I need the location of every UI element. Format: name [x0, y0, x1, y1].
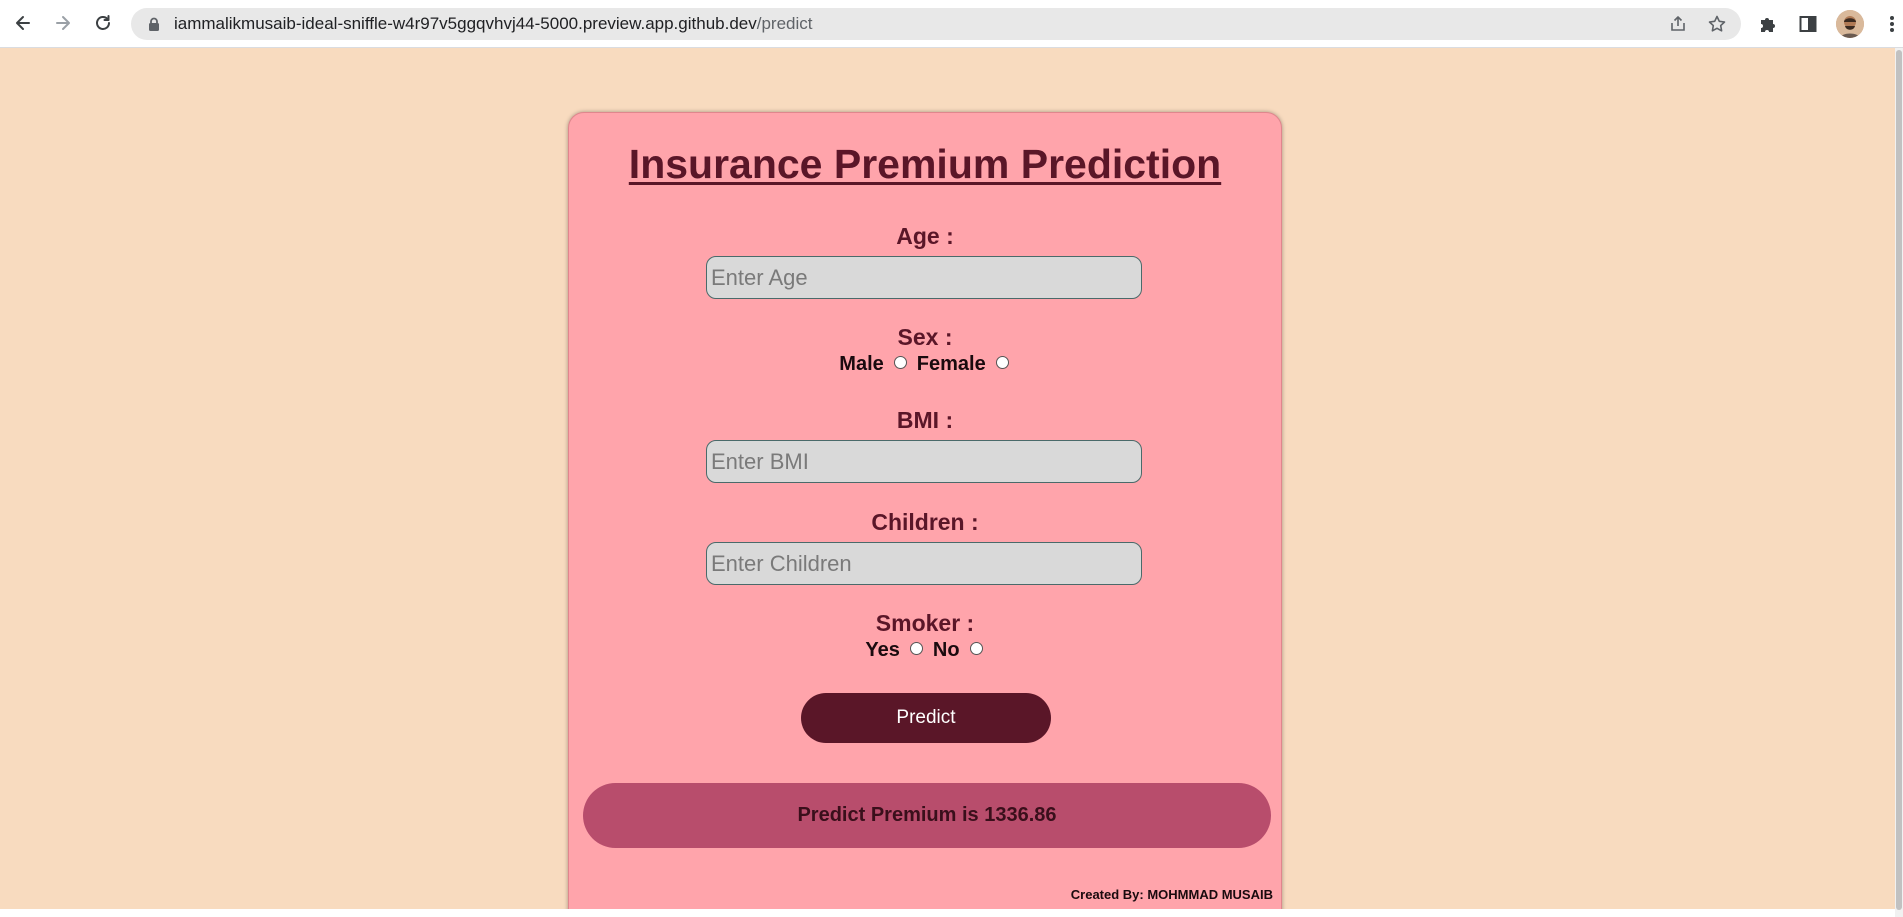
smoker-option-no-label: No: [932, 639, 960, 661]
smoker-option-yes-label: Yes: [865, 639, 900, 661]
share-button[interactable]: [1668, 14, 1688, 34]
sex-options: Male Female: [569, 353, 1281, 376]
prediction-card: Insurance Premium Prediction Age : Sex :…: [568, 112, 1282, 909]
scrollbar-thumb[interactable]: [1896, 50, 1902, 910]
reload-icon: [96, 15, 110, 30]
bmi-label: BMI :: [896, 407, 954, 433]
back-button[interactable]: [9, 9, 37, 37]
smoker-label: Smoker :: [875, 610, 975, 636]
browser-menu-button[interactable]: [1884, 12, 1900, 36]
sex-option-male-label: Male: [839, 353, 884, 375]
prediction-result: Predict Premium is 1336.86: [583, 783, 1271, 848]
arrow-left-icon: [16, 16, 30, 30]
page-viewport: Insurance Premium Prediction Age : Sex :…: [0, 48, 1895, 909]
smoker-no-radio[interactable]: [969, 642, 983, 655]
url-host: iammalikmusaib-ideal-sniffle-w4r97v5ggqv…: [174, 14, 757, 33]
sex-male-radio[interactable]: [893, 356, 907, 369]
age-label: Age :: [896, 223, 954, 249]
puzzle-icon: [1761, 18, 1775, 32]
forward-button[interactable]: [49, 9, 77, 37]
arrow-right-icon: [56, 16, 70, 30]
bmi-input[interactable]: [706, 440, 1142, 483]
predict-button[interactable]: Predict: [801, 693, 1051, 743]
lock-icon: [149, 17, 159, 31]
browser-toolbar: iammalikmusaib-ideal-sniffle-w4r97v5ggqv…: [0, 0, 1903, 48]
smoker-yes-radio[interactable]: [909, 642, 923, 655]
url-path: /predict: [756, 14, 813, 33]
side-panel-icon: [1799, 16, 1817, 32]
url-text: iammalikmusaib-ideal-sniffle-w4r97v5ggqv…: [174, 8, 812, 40]
vertical-scrollbar[interactable]: [1895, 48, 1903, 917]
author-credit: Created By: MOHMMAD MUSAIB: [1070, 887, 1273, 902]
extensions-button[interactable]: [1756, 12, 1780, 36]
age-input[interactable]: [706, 256, 1142, 299]
reload-button[interactable]: [89, 9, 117, 37]
bookmark-button[interactable]: [1707, 14, 1727, 34]
smoker-options: Yes No: [569, 639, 1281, 662]
avatar[interactable]: [1836, 10, 1864, 38]
children-label: Children :: [871, 509, 979, 535]
page-title: Insurance Premium Prediction: [628, 141, 1222, 187]
children-input[interactable]: [706, 542, 1142, 585]
address-bar[interactable]: iammalikmusaib-ideal-sniffle-w4r97v5ggqv…: [131, 8, 1741, 40]
sex-female-radio[interactable]: [995, 356, 1009, 369]
share-icon: [1671, 16, 1685, 31]
sex-option-female-label: Female: [916, 353, 986, 375]
sex-label: Sex :: [897, 324, 953, 350]
star-icon: [1708, 15, 1726, 32]
side-panel-button[interactable]: [1796, 12, 1820, 36]
kebab-menu-icon: [1890, 16, 1894, 32]
profile-photo-icon: [1836, 10, 1864, 38]
prediction-result-text: Predict Premium is 1336.86: [797, 804, 1057, 826]
